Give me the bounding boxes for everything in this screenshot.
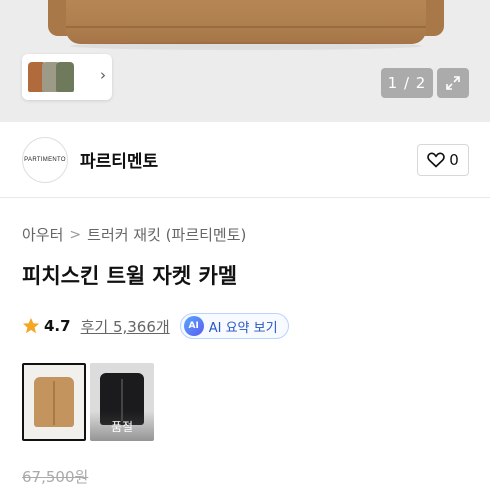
product-main-image (66, 0, 426, 44)
section-divider (0, 197, 490, 198)
ai-summary-label: AI 요약 보기 (208, 320, 278, 336)
breadcrumb-item-outer[interactable]: 아우터 (22, 224, 63, 245)
product-image-gallery[interactable]: › 1 / 2 (0, 0, 490, 122)
like-count: 0 (449, 151, 459, 169)
brand-logo[interactable]: PARTIMENTO (22, 137, 68, 183)
brand-logo-text: PARTIMENTO (24, 157, 66, 163)
color-variants-thumbnail[interactable]: › (22, 54, 112, 100)
ai-summary-button[interactable]: AI AI 요약 보기 (179, 313, 289, 339)
chevron-right-icon: › (100, 66, 106, 84)
gallery-page-indicator: 1 / 2 (381, 68, 433, 98)
option-black-sold-out[interactable]: 품절 (90, 363, 154, 441)
sold-out-label: 품절 (90, 411, 154, 441)
breadcrumb-item-trucker-jacket[interactable]: 트러커 재킷 (파르티멘토) (87, 224, 246, 245)
star-icon (22, 317, 40, 334)
original-price: 67,500원 (22, 468, 89, 486)
heart-icon (427, 152, 445, 168)
jacket-seam (66, 26, 426, 28)
option-camel-selected[interactable] (22, 363, 86, 441)
brand-name[interactable]: 파르티멘토 (80, 147, 158, 172)
color-variant-olive (56, 62, 74, 92)
image-shadow (70, 42, 422, 50)
breadcrumb: 아우터 > 트러커 재킷 (파르티멘토) (22, 224, 246, 245)
product-title: 피치스킨 트윌 자켓 카멜 (22, 264, 238, 288)
rating-value: 4.7 (44, 317, 71, 335)
option-camel-image (34, 377, 74, 427)
ai-icon: AI (183, 316, 204, 336)
breadcrumb-separator: > (69, 226, 82, 243)
expand-icon (446, 76, 460, 90)
rating-row: 4.7 후기 5,366개 AI AI 요약 보기 (22, 313, 289, 339)
reviews-link[interactable]: 후기 5,366개 (81, 316, 170, 337)
like-button[interactable]: 0 (417, 144, 469, 176)
expand-button[interactable] (437, 68, 469, 98)
